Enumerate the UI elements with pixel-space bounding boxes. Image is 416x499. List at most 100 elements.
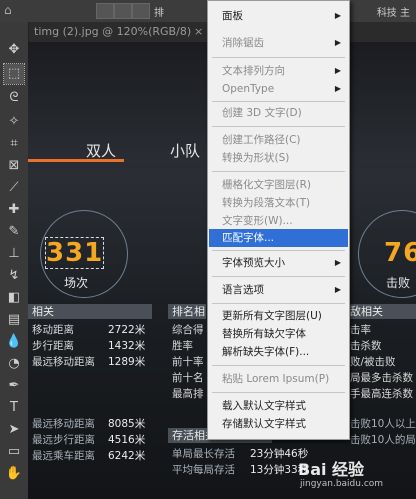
menu-item-replace-missing-fonts[interactable]: 替换所有缺欠字体 — [222, 325, 345, 343]
kills-row-label: 击败10人以上局数 — [350, 418, 416, 430]
kills-row-label: 击败10人的局数 — [350, 434, 416, 446]
games-played-label: 场次 — [64, 276, 89, 290]
eyedropper-tool-icon[interactable]: ⟋ — [4, 178, 24, 198]
distance-row-label: 最远乘车距离 — [32, 450, 95, 462]
menu-item-update-all-text-layers[interactable]: 更新所有文字图层(U) — [222, 307, 345, 325]
dodge-tool-icon[interactable]: ◔ — [4, 354, 24, 374]
move-tool-icon[interactable]: ✥ — [4, 40, 24, 60]
home-icon[interactable]: ⌂ — [4, 3, 24, 19]
hand-tool-icon[interactable]: ✋ — [4, 464, 24, 484]
menu-item-rasterize-type[interactable]: 栅格化文字图层(R) — [222, 176, 345, 194]
menu-item-paste-lorem-ipsum[interactable]: 粘贴 Lorem Ipsum(P) — [222, 370, 345, 388]
menu-item-label: OpenType — [222, 83, 275, 95]
distance-row-label: 步行距离 — [32, 340, 74, 352]
kills-panel-header: 敌相关 — [346, 304, 416, 319]
kills-number: 76 — [384, 238, 416, 268]
menu-item-create-3d-text[interactable]: 创建 3D 文字(D) — [222, 104, 345, 122]
menu-item-label: 转换为段落文本(T) — [222, 197, 311, 209]
options-text-mid: 排 — [154, 8, 164, 19]
align-center-button[interactable] — [114, 3, 132, 19]
align-left-button[interactable] — [96, 3, 114, 19]
menu-item-label: 替换所有缺欠字体 — [222, 328, 306, 340]
menu-item-create-work-path[interactable]: 创建工作路径(C) — [222, 131, 345, 149]
menu-item-label: 语言选项 — [222, 284, 264, 296]
eraser-tool-icon[interactable]: ◧ — [4, 288, 24, 308]
submenu-arrow-icon: ▶ — [334, 66, 341, 75]
baidu-watermark: Bai 经验 — [298, 460, 365, 479]
kills-label: 击败 — [386, 276, 411, 290]
marquee-tool-icon[interactable]: ⬚ — [3, 63, 25, 85]
distance-row-label: 移动距离 — [32, 324, 74, 336]
rectangle-tool-icon[interactable]: ▭ — [4, 442, 24, 462]
blur-tool-icon[interactable]: 💧 — [4, 332, 24, 352]
lasso-tool-icon[interactable]: ᘓ — [4, 88, 24, 108]
watermark-url: jingyan.baidu.com — [300, 479, 384, 489]
rank-panel-header: 排名相 — [168, 304, 206, 319]
menu-item-save-default-type-styles[interactable]: 存储默认文字样式 — [222, 415, 345, 433]
rank-row-label: 最高排 — [172, 388, 204, 400]
menu-item-language-options[interactable]: 语言选项 ▶ — [222, 281, 345, 299]
menu-separator — [212, 57, 345, 58]
menu-item-load-default-type-styles[interactable]: 载入默认文字样式 — [222, 397, 345, 415]
menu-item-convert-to-shape[interactable]: 转换为形状(S) — [222, 149, 345, 167]
menu-item-label: 载入默认文字样式 — [222, 400, 306, 412]
align-right-button[interactable] — [132, 3, 150, 19]
menu-item-label: 面板 — [222, 10, 243, 22]
kills-row-label: 手最高连杀数 — [350, 388, 413, 400]
distance-row-label: 最远移动距离 — [32, 418, 95, 430]
survival-row-label: 平均每局存活 — [172, 464, 235, 476]
type-context-menu: 面板 ▶ 消除锯齿 ▶ 文本排列方向 ▶ OpenType ▶ 创建 3D 文字(D) … — [207, 0, 350, 440]
menu-item-label: 文字变形(W)... — [222, 215, 293, 227]
distance-row-value: 4516米 — [108, 434, 146, 446]
menu-item-font-preview-size[interactable]: 字体预览大小 ▶ — [222, 254, 345, 272]
menu-item-label: 匹配字体... — [222, 232, 275, 244]
menu-item-label: 字体预览大小 — [222, 257, 285, 269]
kills-row-label: 击杀数 — [350, 340, 382, 352]
history-brush-tool-icon[interactable]: ↯ — [4, 266, 24, 286]
menu-separator — [212, 126, 345, 127]
type-tool-icon[interactable]: T — [4, 398, 24, 418]
menu-separator — [212, 171, 345, 172]
kills-row-label: 局最多击杀数 — [350, 372, 413, 384]
magic-wand-tool-icon[interactable]: ✧ — [4, 112, 24, 132]
document-tab[interactable]: timg (2).jpg @ 120%(RGB/8) — [34, 25, 191, 38]
frame-tool-icon[interactable]: ⊠ — [4, 156, 24, 176]
menu-item-anti-alias[interactable]: 消除锯齿 ▶ — [222, 34, 345, 52]
menu-item-opentype[interactable]: OpenType ▶ — [222, 80, 345, 98]
menu-item-warp-text[interactable]: 文字变形(W)... — [222, 212, 345, 230]
submenu-arrow-icon: ▶ — [334, 84, 341, 93]
menu-item-label: 更新所有文字图层(U) — [222, 310, 322, 322]
menu-item-resolve-missing-fonts[interactable]: 解析缺失字体(F)... — [222, 343, 345, 361]
pen-tool-icon[interactable]: ✒ — [4, 376, 24, 396]
menu-item-convert-paragraph[interactable]: 转换为段落文本(T) — [222, 194, 345, 212]
menu-item-label: 解析缺失字体(F)... — [222, 346, 310, 358]
menu-item-label: 转换为形状(S) — [222, 152, 290, 164]
menu-item-label: 创建工作路径(C) — [222, 134, 301, 146]
menu-item-label: 创建 3D 文字(D) — [222, 107, 302, 119]
distance-row-value: 2722米 — [108, 324, 146, 336]
brush-tool-icon[interactable]: ✎ — [4, 222, 24, 242]
crop-tool-icon[interactable]: ⌗ — [4, 134, 24, 154]
options-text-right: 科技 主 — [376, 8, 410, 19]
submenu-arrow-icon: ▶ — [334, 258, 341, 267]
menu-item-label: 粘贴 Lorem Ipsum(P) — [222, 373, 330, 385]
path-selection-tool-icon[interactable]: ➤ — [4, 420, 24, 440]
distance-panel-header: 相关 — [28, 304, 152, 319]
menu-separator — [212, 365, 345, 366]
healing-brush-tool-icon[interactable]: ✚ — [4, 200, 24, 220]
menu-item-label: 文本排列方向 — [222, 65, 285, 77]
distance-row-value: 1432米 — [108, 340, 146, 352]
menu-item-label: 存储默认文字样式 — [222, 418, 306, 430]
menu-item-label: 栅格化文字图层(R) — [222, 179, 311, 191]
distance-row-value: 6242米 — [108, 450, 146, 462]
mode-tab-squad: 小队 — [170, 142, 201, 160]
rank-row-label: 前十名 — [172, 372, 204, 384]
menu-item-text-orientation[interactable]: 文本排列方向 ▶ — [222, 62, 345, 80]
close-tab-icon[interactable]: × — [194, 25, 203, 38]
mode-tab-duo: 双人 — [86, 142, 117, 160]
mode-underline — [28, 159, 124, 162]
menu-item-match-font[interactable]: 匹配字体... — [209, 229, 348, 247]
stamp-tool-icon[interactable]: ⊥ — [4, 244, 24, 264]
gradient-tool-icon[interactable]: ▤ — [4, 310, 24, 330]
menu-item-panels[interactable]: 面板 ▶ — [222, 7, 345, 25]
